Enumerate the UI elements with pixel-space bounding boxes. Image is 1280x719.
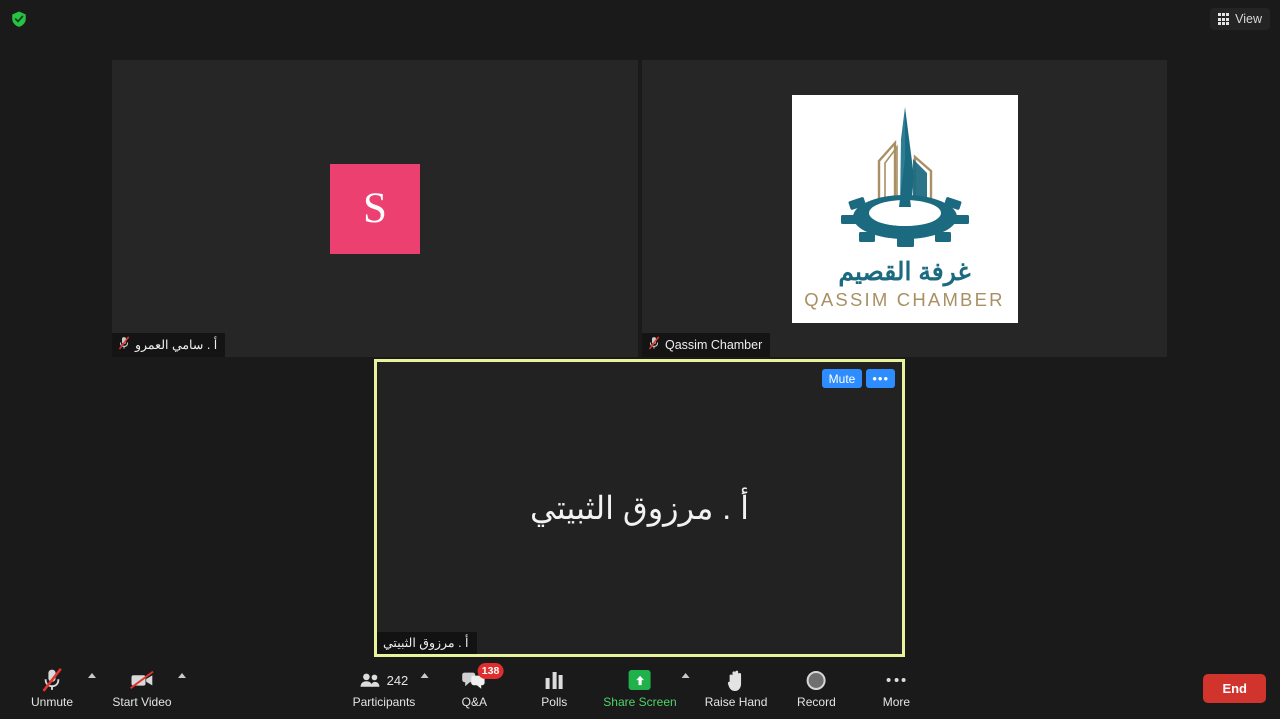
- tile-action-buttons: Mute •••: [821, 369, 895, 388]
- avatar: S: [330, 163, 420, 254]
- unmute-button[interactable]: Unmute: [12, 660, 96, 713]
- polls-button[interactable]: Polls: [514, 660, 594, 713]
- tower-gear-logo-icon: [840, 106, 969, 247]
- start-video-button[interactable]: Start Video: [102, 660, 186, 713]
- audio-options-chevron-up-icon[interactable]: [88, 673, 96, 678]
- participant-tile-sami[interactable]: S أ . سامي العمرو: [112, 60, 638, 357]
- qassim-chamber-logo: غرفة القصيم QASSIM CHAMBER: [791, 94, 1018, 323]
- record-button[interactable]: Record: [776, 660, 856, 713]
- qa-label: Q&A: [461, 695, 487, 709]
- polls-label: Polls: [541, 695, 568, 709]
- toolbar-center-group: 242 Participants 138 Q&A Polls Share Scr…: [344, 660, 937, 713]
- tile-name-label: Qassim Chamber: [642, 333, 771, 357]
- tile-name-label: أ . سامي العمرو: [112, 333, 226, 357]
- more-dots-icon: [886, 668, 906, 692]
- logo-english-text: QASSIM CHAMBER: [804, 288, 1005, 310]
- share-options-chevron-up-icon[interactable]: [681, 673, 690, 678]
- participants-chevron-up-icon[interactable]: [420, 673, 429, 678]
- video-off-icon: [129, 668, 155, 692]
- more-label: More: [882, 695, 911, 709]
- share-screen-label: Share Screen: [603, 695, 677, 709]
- toolbar-left-group: Unmute Start Video: [12, 660, 192, 713]
- toolbar-right-group: End: [1203, 674, 1266, 703]
- participant-name: أ . مرزوق الثبيتي: [383, 636, 469, 650]
- record-circle-icon: [806, 668, 826, 692]
- mic-muted-icon: [41, 668, 63, 692]
- start-video-label: Start Video: [112, 695, 172, 709]
- share-screen-icon: [628, 668, 651, 692]
- meeting-toolbar: Unmute Start Video 242 Participants 138 …: [0, 660, 1280, 719]
- participants-count: 242: [386, 672, 409, 688]
- participants-label: Participants: [352, 695, 416, 709]
- participants-button[interactable]: 242 Participants: [344, 660, 429, 713]
- hand-icon: [726, 668, 747, 692]
- qa-unread-badge: 138: [477, 663, 504, 679]
- participant-tile-marzouq-active[interactable]: Mute ••• أ . مرزوق الثبيتي أ . مرزوق الث…: [374, 359, 905, 657]
- more-options-button[interactable]: •••: [866, 369, 895, 388]
- mute-participant-button[interactable]: Mute: [821, 369, 863, 388]
- qa-bubbles-icon: 138: [461, 663, 504, 692]
- video-options-chevron-up-icon[interactable]: [178, 673, 186, 678]
- logo-arabic-text: غرفة القصيم: [838, 257, 971, 286]
- video-stage: S أ . سامي العمرو غرفة القصيم QASSIM CHA…: [0, 0, 1280, 660]
- more-button[interactable]: More: [856, 660, 936, 713]
- speaker-display-name: أ . مرزوق الثبيتي: [530, 490, 749, 526]
- participant-name: أ . سامي العمرو: [135, 338, 218, 352]
- participants-icon: 242: [360, 668, 409, 692]
- mic-muted-icon: [648, 336, 660, 353]
- participant-tile-qassim-chamber[interactable]: غرفة القصيم QASSIM CHAMBER Qassim Chambe…: [642, 60, 1167, 357]
- raise-hand-label: Raise Hand: [704, 695, 768, 709]
- mic-muted-icon: [118, 336, 130, 353]
- unmute-label: Unmute: [30, 695, 74, 709]
- participant-name: Qassim Chamber: [665, 337, 763, 352]
- end-meeting-button[interactable]: End: [1203, 674, 1266, 703]
- tile-name-label: أ . مرزوق الثبيتي: [377, 632, 477, 654]
- avatar-initial: S: [363, 185, 387, 232]
- raise-hand-button[interactable]: Raise Hand: [696, 660, 777, 713]
- polls-bar-icon: [545, 668, 563, 692]
- record-label: Record: [797, 695, 836, 709]
- qa-button[interactable]: 138 Q&A: [434, 660, 514, 713]
- share-screen-button[interactable]: Share Screen: [594, 660, 690, 713]
